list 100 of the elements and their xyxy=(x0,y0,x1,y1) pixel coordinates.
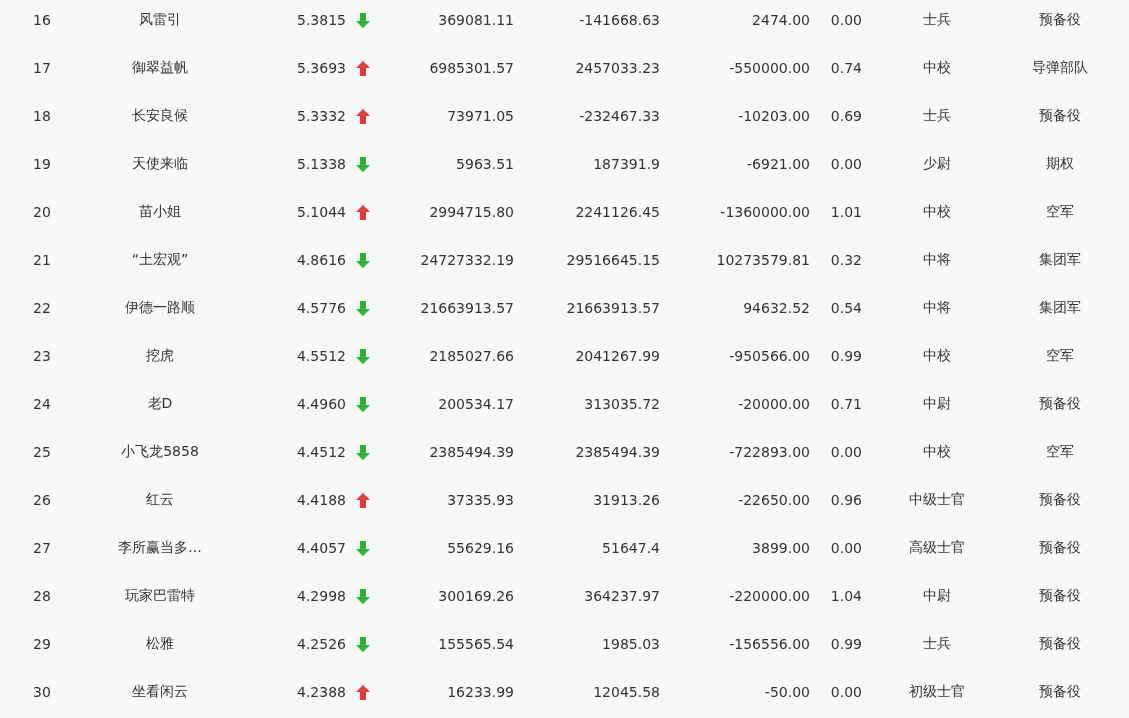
table-cell-text: 0.96 xyxy=(829,492,863,508)
table-cell-text: -232467.33 xyxy=(578,108,661,124)
table-cell-text: -1360000.00 xyxy=(719,204,811,220)
player-name: 御翠益帆 xyxy=(131,59,189,77)
table-cell-text: 155565.54 xyxy=(437,636,515,652)
score-cell-text: 4.4057 xyxy=(296,540,347,556)
table-cell-text: 364237.97 xyxy=(583,588,661,604)
table-cell-text: 3899.00 xyxy=(751,540,811,556)
table-cell-text: 1.04 xyxy=(829,588,863,604)
score-cell-text: 4.5776 xyxy=(296,300,347,316)
player-name: 玩家巴雷特 xyxy=(124,587,196,605)
table-cell-text: 12045.58 xyxy=(592,684,661,700)
table-cell-text: -220000.00 xyxy=(728,588,811,604)
rank-title-cell-text: 高级士官 xyxy=(908,539,966,557)
score-cell-text: 4.4960 xyxy=(296,396,347,412)
rank-title-cell-text: 中校 xyxy=(922,59,952,77)
table-cell-text: 0.00 xyxy=(829,12,863,28)
table-cell-text: 0.32 xyxy=(829,252,863,268)
player-name: 坐看闲云 xyxy=(131,683,189,701)
rank-cell-text: 21 xyxy=(32,252,52,268)
table-cell-text: 300169.26 xyxy=(437,588,515,604)
score-cell-text: 4.4188 xyxy=(296,492,347,508)
table-cell-text: 0.71 xyxy=(829,396,863,412)
table-cell-text: 2241126.45 xyxy=(574,204,661,220)
table-cell-text: -20000.00 xyxy=(737,396,811,412)
table-cell-text: 0.99 xyxy=(829,348,863,364)
table-cell-text: 21663913.57 xyxy=(419,300,515,316)
table-cell-text: 2185027.66 xyxy=(428,348,515,364)
rank-cell-text: 24 xyxy=(32,396,52,412)
table-cell-text: 1.01 xyxy=(829,204,863,220)
player-name: 长安良候 xyxy=(131,107,189,125)
table-cell-text: 21663913.57 xyxy=(565,300,661,316)
rank-title-cell-text: 中校 xyxy=(922,443,952,461)
rank-cell-text: 27 xyxy=(32,540,52,556)
rank-cell-text: 29 xyxy=(32,636,52,652)
table-cell-text: 10273579.81 xyxy=(715,252,811,268)
rank-title-cell-text: 士兵 xyxy=(922,635,952,653)
player-name: 苗小姐 xyxy=(138,203,182,221)
player-name: 风雷引 xyxy=(138,11,182,29)
unit-cell-text: 预备役 xyxy=(1038,587,1082,605)
unit-cell-text: 预备役 xyxy=(1038,635,1082,653)
player-name: 伊德一路顺 xyxy=(124,299,196,317)
score-cell-text: 4.8616 xyxy=(296,252,347,268)
player-name: 小飞龙5858 xyxy=(120,443,200,461)
table-cell-text: -722893.00 xyxy=(728,444,811,460)
unit-cell-text: 集团军 xyxy=(1038,299,1082,317)
unit-cell-text: 空军 xyxy=(1045,203,1075,221)
table-cell-text: 31913.26 xyxy=(592,492,661,508)
table-cell-text: -50.00 xyxy=(763,684,811,700)
player-name: “土宏观” xyxy=(130,251,190,269)
table-cell-text: 369081.11 xyxy=(437,12,515,28)
score-cell-text: 5.1044 xyxy=(296,204,347,220)
table-cell-text: 187391.9 xyxy=(592,156,661,172)
player-name: 老D xyxy=(146,395,174,413)
rank-cell-text: 25 xyxy=(32,444,52,460)
player-name: 松雅 xyxy=(145,635,175,653)
rank-title-cell-text: 少尉 xyxy=(922,155,952,173)
unit-cell-text: 集团军 xyxy=(1038,251,1082,269)
table-cell-text: 0.74 xyxy=(829,60,863,76)
unit-cell-text: 导弹部队 xyxy=(1031,59,1089,77)
rank-title-cell-text: 中将 xyxy=(922,299,952,317)
table-cell-text: -6921.00 xyxy=(746,156,811,172)
score-cell-text: 4.2998 xyxy=(296,588,347,604)
score-cell-text: 5.1338 xyxy=(296,156,347,172)
rank-cell-text: 30 xyxy=(32,684,52,700)
score-cell-text: 5.3815 xyxy=(296,12,347,28)
score-cell-text: 4.2388 xyxy=(296,684,347,700)
table-cell-text: 5963.51 xyxy=(455,156,515,172)
rank-title-cell-text: 士兵 xyxy=(922,107,952,125)
table-cell-text: 0.99 xyxy=(829,636,863,652)
rank-title-cell-text: 初级士官 xyxy=(908,683,966,701)
table-cell-text: 0.69 xyxy=(829,108,863,124)
player-name: 红云 xyxy=(145,491,175,509)
table-cell-text: -10203.00 xyxy=(737,108,811,124)
rank-cell-text: 19 xyxy=(32,156,52,172)
score-cell-text: 4.5512 xyxy=(296,348,347,364)
rank-cell-text: 18 xyxy=(32,108,52,124)
table-cell-text: 16233.99 xyxy=(446,684,515,700)
player-name: 挖虎 xyxy=(145,347,175,365)
table-cell-text: 37335.93 xyxy=(446,492,515,508)
rank-cell-text: 16 xyxy=(32,12,52,28)
table-cell-text: 1985.03 xyxy=(601,636,661,652)
table-cell-text: 0.00 xyxy=(829,540,863,556)
unit-cell-text: 期权 xyxy=(1045,155,1075,173)
table-cell-text: 2385494.39 xyxy=(574,444,661,460)
unit-cell-text: 预备役 xyxy=(1038,107,1082,125)
rank-title-cell-text: 中尉 xyxy=(922,587,952,605)
table-cell-text: 0.00 xyxy=(829,156,863,172)
unit-cell-text: 预备役 xyxy=(1038,491,1082,509)
player-name: 天使来临 xyxy=(131,155,189,173)
table-cell-text: 6985301.57 xyxy=(428,60,515,76)
table-cell-text: 2385494.39 xyxy=(428,444,515,460)
rank-title-cell-text: 中校 xyxy=(922,203,952,221)
table-cell-text: 94632.52 xyxy=(742,300,811,316)
rank-cell-text: 20 xyxy=(32,204,52,220)
score-cell-text: 5.3332 xyxy=(296,108,347,124)
unit-cell-text: 预备役 xyxy=(1038,539,1082,557)
unit-cell-text: 空军 xyxy=(1045,443,1075,461)
table-cell-text: -141668.63 xyxy=(578,12,661,28)
table-cell-text: 73971.05 xyxy=(446,108,515,124)
